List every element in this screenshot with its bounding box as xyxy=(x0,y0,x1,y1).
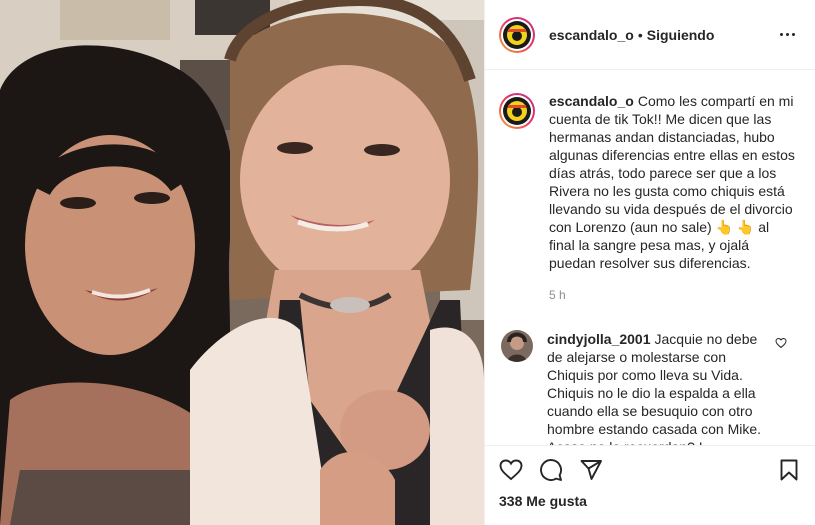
profile-avatar[interactable] xyxy=(499,16,535,53)
caption-body: escandalo_o Como les compartí en mi cuent… xyxy=(549,92,797,304)
caption-avatar-image xyxy=(503,97,531,125)
comment-item: cindyjolla_2001 Jacquie no debe de alejar… xyxy=(499,330,799,445)
caption-text: Como les compartí en mi cuenta de tik To… xyxy=(549,93,795,235)
send-icon xyxy=(580,460,602,480)
more-icon-dot xyxy=(785,33,789,36)
heart-icon xyxy=(499,459,523,481)
caption-username[interactable]: escandalo_o xyxy=(549,93,634,109)
caption: escandalo_o Como les compartí en mi cuent… xyxy=(499,92,799,304)
instagram-post: escandalo_o • Siguiendo escandalo_o Como… xyxy=(0,0,815,525)
header-username[interactable]: escandalo_o xyxy=(549,27,634,43)
pointing-up-emoji: 👆 xyxy=(715,219,733,235)
heart-icon xyxy=(775,337,787,349)
share-button[interactable] xyxy=(579,458,603,482)
avatar-logo-icon xyxy=(503,20,531,49)
pointing-up-emoji: 👆 xyxy=(736,219,755,235)
caption-avatar[interactable] xyxy=(499,93,535,129)
header-separator: • xyxy=(637,26,643,43)
post-photo[interactable] xyxy=(0,0,484,525)
save-button[interactable] xyxy=(777,458,801,482)
post-side-panel: escandalo_o • Siguiendo escandalo_o Como… xyxy=(484,0,815,525)
action-bar xyxy=(499,454,801,486)
comments-area[interactable]: escandalo_o Como les compartí en mi cuent… xyxy=(485,70,815,445)
post-actions: 338 Me gusta xyxy=(485,445,815,525)
likes-count[interactable]: 338 Me gusta xyxy=(499,493,801,509)
post-photo-illustration xyxy=(0,0,484,525)
caption-timestamp[interactable]: 5 h xyxy=(549,286,797,304)
more-icon xyxy=(779,33,783,36)
more-options-button[interactable] xyxy=(775,23,799,47)
profile-avatar-image xyxy=(503,20,531,49)
bookmark-icon xyxy=(780,459,798,481)
comment-username[interactable]: cindyjolla_2001 xyxy=(547,331,651,347)
like-button[interactable] xyxy=(499,458,523,482)
caption-avatar-frame xyxy=(501,95,533,127)
comment-text: Jacquie no debe de alejarse o molestarse… xyxy=(547,331,762,445)
comment-button[interactable] xyxy=(539,458,563,482)
comment-body: cindyjolla_2001 Jacquie no debe de alejar… xyxy=(547,330,767,445)
post-header: escandalo_o • Siguiendo xyxy=(485,0,815,70)
more-icon-dot xyxy=(791,33,795,36)
following-button[interactable]: Siguiendo xyxy=(647,27,715,43)
comment-avatar[interactable] xyxy=(501,330,533,362)
profile-avatar-frame xyxy=(501,18,533,51)
comment-icon xyxy=(540,459,562,481)
avatar-logo-icon xyxy=(503,97,531,125)
comment-like-button[interactable] xyxy=(775,336,787,349)
comment-avatar-image xyxy=(501,330,533,362)
